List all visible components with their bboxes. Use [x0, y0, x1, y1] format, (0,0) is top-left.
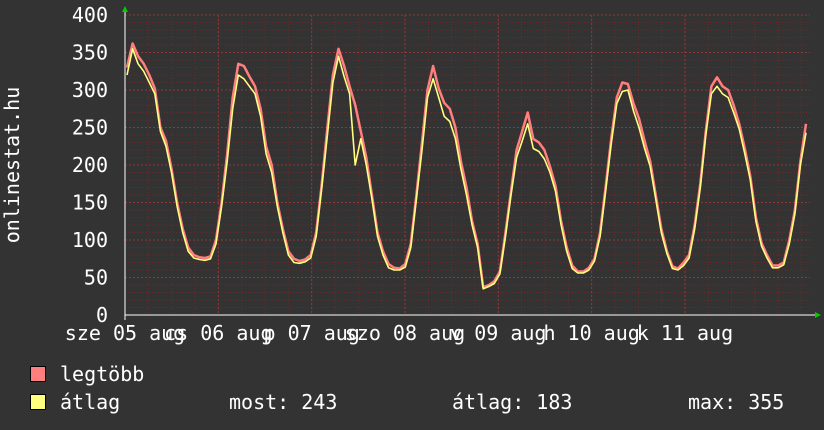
x-tick-label: v 09 aug [450, 321, 546, 345]
stat-average: átlag: 183 [452, 390, 573, 414]
stat-max: max: 355 [688, 390, 785, 414]
y-axis-label: onlinestat.hu [0, 87, 24, 244]
y-tick-label: 350 [72, 41, 108, 65]
minor-grid [124, 15, 810, 315]
x-axis-arrow [815, 312, 821, 318]
series-avg-line [126, 47, 807, 290]
legend-avg-label: átlag [60, 390, 121, 414]
y-tick-label: 200 [72, 153, 108, 177]
y-tick-label: 150 [72, 191, 108, 215]
y-tick-label: 50 [84, 266, 108, 290]
y-tick-label: 300 [72, 78, 108, 102]
legend-avg-swatch [30, 394, 46, 410]
x-tick-label: k 11 aug [637, 321, 733, 345]
legend-max-label: legtöbb [60, 362, 145, 386]
y-tick-label: 250 [72, 116, 108, 140]
y-tick-label: 100 [72, 228, 108, 252]
series-layer [125, 42, 808, 290]
legend-max-swatch [30, 366, 46, 382]
x-tick-label: h 10 aug [543, 321, 639, 345]
y-tick-label: 400 [72, 3, 108, 27]
stat-now: most: 243 [229, 390, 338, 414]
y-tick-labels: 050100150200250300350400 [72, 3, 108, 327]
x-tick-labels: sze 05 augcs 06 augp 07 augszo 08 augv 0… [65, 321, 733, 345]
x-tick-label: szo 08 aug [345, 321, 465, 345]
x-tick-label: cs 06 aug [164, 321, 272, 345]
y-axis-arrow [122, 6, 128, 12]
